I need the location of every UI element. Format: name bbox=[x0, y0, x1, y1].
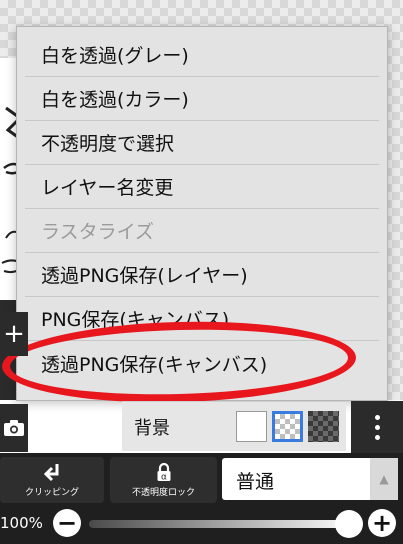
background-label: 背景 bbox=[134, 418, 170, 439]
background-dark-swatch[interactable] bbox=[308, 411, 339, 442]
background-panel: 背景 bbox=[122, 401, 346, 451]
blend-mode-value: 普通 bbox=[236, 471, 275, 493]
menu-item-rename-layer[interactable]: レイヤー名変更 bbox=[25, 165, 379, 209]
opacity-slider-knob[interactable] bbox=[335, 510, 363, 538]
dropdown-arrow-icon[interactable]: ▲ bbox=[370, 458, 398, 500]
menu-item-label: 白を透過(カラー) bbox=[41, 89, 189, 111]
more-dots-icon bbox=[374, 414, 380, 420]
opacity-increase-button[interactable]: + bbox=[368, 509, 396, 537]
camera-icon bbox=[4, 420, 24, 436]
opacity-lock-button[interactable]: α 不透明度ロック bbox=[110, 457, 217, 503]
menu-item-label: ラスタライズ bbox=[41, 221, 155, 243]
opacity-lock-label: 不透明度ロック bbox=[131, 488, 195, 498]
menu-item-save-transparent-png-layer[interactable]: 透過PNG保存(レイヤー) bbox=[25, 253, 379, 297]
background-white-swatch[interactable] bbox=[236, 411, 267, 442]
more-dot bbox=[374, 434, 380, 440]
background-transparent-swatch[interactable] bbox=[272, 411, 303, 442]
clipping-label: クリッピング bbox=[24, 488, 79, 498]
plus-icon: + bbox=[3, 319, 25, 349]
left-tool-column: + bbox=[0, 312, 28, 356]
menu-item-label: 透過PNG保存(レイヤー) bbox=[41, 265, 248, 287]
blend-mode-select[interactable]: 普通 ▲ bbox=[222, 458, 398, 500]
menu-item-rasterize: ラスタライズ bbox=[25, 209, 379, 253]
minus-icon: − bbox=[56, 509, 78, 537]
menu-item-label: 不透明度で選択 bbox=[41, 133, 175, 155]
more-dot bbox=[374, 424, 380, 430]
opacity-slider-track[interactable] bbox=[89, 520, 357, 528]
add-layer-button[interactable]: + bbox=[0, 312, 28, 356]
plus-icon: + bbox=[371, 509, 393, 537]
clipping-arrow-icon bbox=[43, 464, 59, 482]
menu-item-label: レイヤー名変更 bbox=[41, 177, 174, 199]
opacity-decrease-button[interactable]: − bbox=[53, 509, 81, 537]
svg-text:α: α bbox=[161, 473, 167, 483]
menu-item-white-transparent-color[interactable]: 白を透過(カラー) bbox=[25, 77, 379, 121]
lock-alpha-icon: α bbox=[157, 462, 170, 483]
more-options-button[interactable] bbox=[351, 401, 403, 453]
menu-item-select-by-opacity[interactable]: 不透明度で選択 bbox=[25, 121, 379, 165]
clipping-button[interactable]: クリッピング bbox=[0, 457, 104, 503]
menu-item-label: 白を透過(グレー) bbox=[41, 45, 189, 67]
camera-button[interactable] bbox=[0, 404, 28, 452]
menu-item-white-transparent-gray[interactable]: 白を透過(グレー) bbox=[25, 33, 379, 77]
opacity-value: 100% bbox=[0, 514, 43, 532]
opacity-row: 100% − + bbox=[0, 508, 403, 538]
